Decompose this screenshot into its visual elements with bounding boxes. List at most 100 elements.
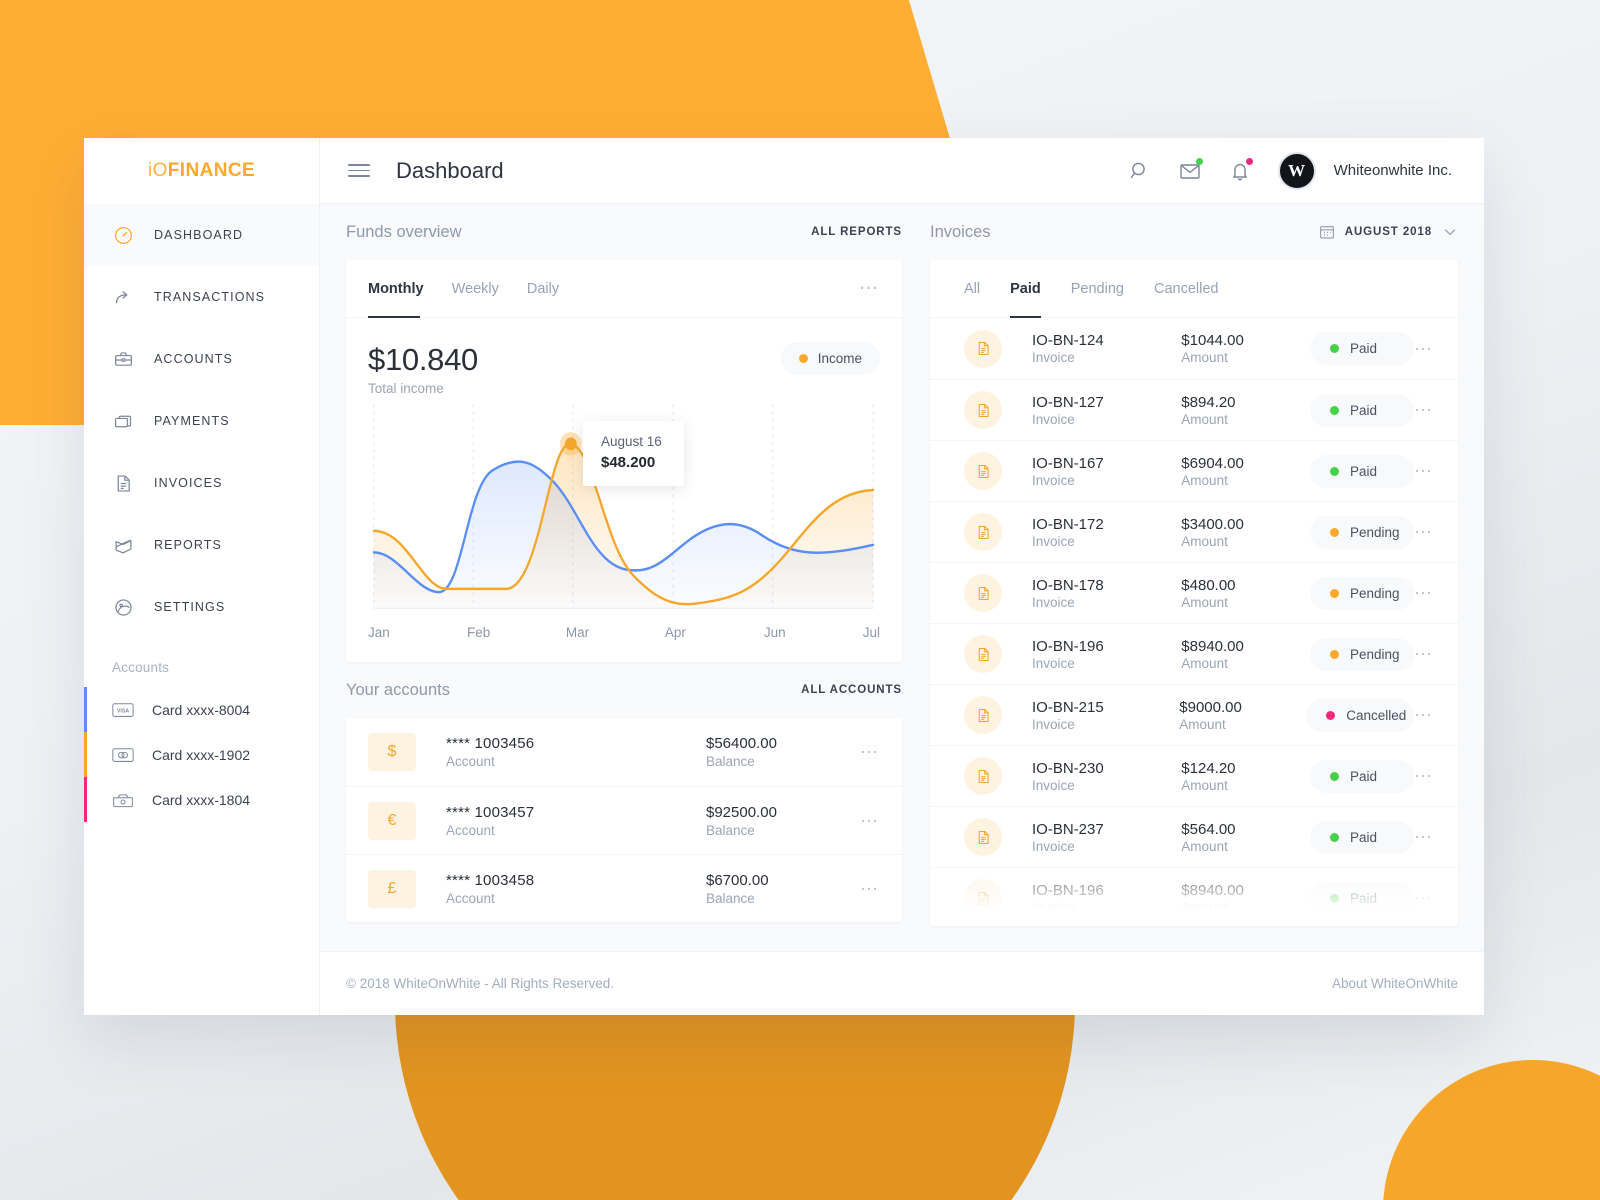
invoice-amount: $564.00 [1181, 820, 1236, 838]
sidebar-card-list: VISA Card xxxx-8004 Card xxxx-1902 Card … [84, 687, 319, 822]
status-dot [1330, 405, 1339, 415]
account-caption: Account [446, 822, 495, 838]
invoice-id: IO-BN-127 [1032, 393, 1104, 411]
mail-icon[interactable] [1178, 157, 1203, 183]
status-dot [1330, 893, 1339, 903]
status-badge[interactable]: Pending [1310, 637, 1414, 671]
account-more-icon[interactable]: ⋯ [860, 743, 880, 761]
chevron-down-icon[interactable] [1442, 224, 1458, 240]
invoice-row[interactable]: IO-BN-124 Invoice $1044.00 Amount Paid ⋯ [930, 318, 1458, 379]
invoice-more-icon[interactable]: ⋯ [1414, 706, 1434, 724]
x-axis-label: Feb [466, 625, 491, 640]
invoice-caption: Invoice [1032, 899, 1075, 915]
date-selector[interactable]: AUGUST 2018 [1319, 224, 1458, 240]
sidebar-item-transactions[interactable]: TRANSACTIONS [84, 266, 319, 328]
sidebar-card-item[interactable]: Card xxxx-1804 [84, 777, 319, 822]
sidebar-item-invoices[interactable]: INVOICES [84, 452, 319, 514]
account-more-icon[interactable]: ⋯ [860, 880, 880, 898]
invoice-row[interactable]: IO-BN-196 Invoice $8940.00 Amount Paid ⋯ [930, 867, 1458, 926]
status-dot [1330, 771, 1339, 781]
total-income-row: $10.840 Total income Income [346, 318, 902, 396]
status-dot [1330, 832, 1339, 842]
all-accounts-link[interactable]: ALL ACCOUNTS [801, 684, 902, 696]
tab-monthly[interactable]: Monthly [368, 260, 424, 318]
sidebar-item-payments[interactable]: PAYMENTS [84, 390, 319, 452]
invoice-more-icon[interactable]: ⋯ [1414, 889, 1434, 907]
invoice-tab-pending[interactable]: Pending [1071, 260, 1124, 318]
income-legend[interactable]: Income [780, 342, 880, 375]
invoice-more-icon[interactable]: ⋯ [1414, 584, 1434, 602]
status-label: Cancelled [1346, 707, 1407, 723]
invoice-more-icon[interactable]: ⋯ [1414, 645, 1434, 663]
hamburger-menu-icon[interactable] [348, 164, 370, 177]
status-badge[interactable]: Paid [1310, 332, 1414, 365]
app-window: iOFINANCE DASHBOARD TRANSACTIONS ACCOUNT… [84, 138, 1484, 1015]
invoice-more-icon[interactable]: ⋯ [1414, 340, 1434, 358]
invoice-id: IO-BN-178 [1032, 576, 1104, 594]
status-badge[interactable]: Paid [1310, 759, 1414, 793]
brand-logo[interactable]: iOFINANCE [84, 138, 319, 204]
mail-notification-dot [1195, 157, 1203, 165]
status-dot [1330, 588, 1339, 598]
status-badge[interactable]: Paid [1310, 454, 1414, 488]
invoice-tab-paid[interactable]: Paid [1010, 260, 1041, 318]
invoice-row[interactable]: IO-BN-237 Invoice $564.00 Amount Paid ⋯ [930, 806, 1458, 867]
all-reports-link[interactable]: ALL REPORTS [811, 226, 902, 238]
status-label: Paid [1350, 463, 1378, 479]
invoice-more-icon[interactable]: ⋯ [1414, 523, 1434, 541]
account-caption: Account [446, 890, 495, 906]
bell-icon[interactable] [1228, 157, 1253, 183]
invoices-tabs: All Paid Pending Cancelled [930, 260, 1458, 318]
account-number: **** 1003457 [446, 803, 535, 821]
amount-caption: Amount [1181, 411, 1228, 427]
tab-daily[interactable]: Daily [527, 260, 559, 318]
status-badge[interactable]: Pending [1310, 576, 1414, 610]
invoice-row[interactable]: IO-BN-215 Invoice $9000.00 Amount Cancel… [930, 684, 1458, 745]
account-more-icon[interactable]: ⋯ [860, 812, 880, 830]
invoice-row[interactable]: IO-BN-230 Invoice $124.20 Amount Paid ⋯ [930, 745, 1458, 806]
highlight-point[interactable] [564, 437, 577, 451]
invoice-more-icon[interactable]: ⋯ [1414, 462, 1434, 480]
x-axis-label: Jul [862, 625, 881, 640]
account-row[interactable]: € **** 1003457 Account $92500.00 Balance… [346, 786, 902, 854]
search-icon[interactable] [1128, 159, 1152, 183]
sidebar-card-label: Card xxxx-1902 [152, 746, 251, 763]
invoice-more-icon[interactable]: ⋯ [1414, 767, 1434, 785]
invoice-row[interactable]: IO-BN-172 Invoice $3400.00 Amount Pendin… [930, 501, 1458, 562]
tab-weekly[interactable]: Weekly [452, 260, 499, 318]
account-row[interactable]: £ **** 1003458 Account $6700.00 Balance … [346, 854, 902, 922]
status-badge[interactable]: Paid [1310, 881, 1414, 915]
invoice-row[interactable]: IO-BN-196 Invoice $8940.00 Amount Pendin… [930, 623, 1458, 684]
avatar[interactable]: W [1277, 151, 1316, 190]
sidebar-item-label: ACCOUNTS [154, 352, 233, 366]
invoice-more-icon[interactable]: ⋯ [1414, 828, 1434, 846]
status-badge[interactable]: Paid [1310, 393, 1414, 427]
invoice-row[interactable]: IO-BN-127 Invoice $894.20 Amount Paid ⋯ [930, 379, 1458, 440]
account-row[interactable]: $ **** 1003456 Account $56400.00 Balance… [346, 718, 902, 786]
invoice-more-icon[interactable]: ⋯ [1414, 401, 1434, 419]
sidebar-item-label: DASHBOARD [154, 228, 244, 242]
sidebar-item-reports[interactable]: REPORTS [84, 514, 319, 576]
sidebar-item-dashboard[interactable]: DASHBOARD [84, 204, 319, 266]
total-income-amount: $10.840 [368, 342, 478, 377]
status-badge[interactable]: Paid [1310, 820, 1414, 854]
funds-more-icon[interactable]: ⋯ [859, 279, 880, 298]
invoice-id: IO-BN-196 [1032, 881, 1104, 899]
footer-about-link[interactable]: About WhiteOnWhite [1332, 976, 1458, 991]
sidebar-nav: DASHBOARD TRANSACTIONS ACCOUNTS PAYMENTS… [84, 204, 319, 638]
status-badge[interactable]: Pending [1310, 515, 1414, 549]
sidebar-card-item[interactable]: Card xxxx-1902 [84, 732, 319, 777]
invoice-row[interactable]: IO-BN-178 Invoice $480.00 Amount Pending… [930, 562, 1458, 623]
sidebar-item-settings[interactable]: SETTINGS [84, 576, 319, 638]
sidebar-card-item[interactable]: VISA Card xxxx-8004 [84, 687, 319, 732]
x-axis-label: Jan [368, 625, 390, 640]
invoice-caption: Invoice [1032, 350, 1075, 365]
sidebar-item-accounts[interactable]: ACCOUNTS [84, 328, 319, 390]
invoice-row[interactable]: IO-BN-167 Invoice $6904.00 Amount Paid ⋯ [930, 440, 1458, 501]
status-dot [1330, 344, 1339, 353]
status-badge[interactable]: Cancelled [1306, 698, 1414, 732]
invoice-tab-cancelled[interactable]: Cancelled [1154, 260, 1219, 318]
invoice-caption: Invoice [1032, 777, 1075, 793]
invoice-tab-all[interactable]: All [964, 260, 980, 318]
amount-caption: Amount [1181, 472, 1228, 488]
